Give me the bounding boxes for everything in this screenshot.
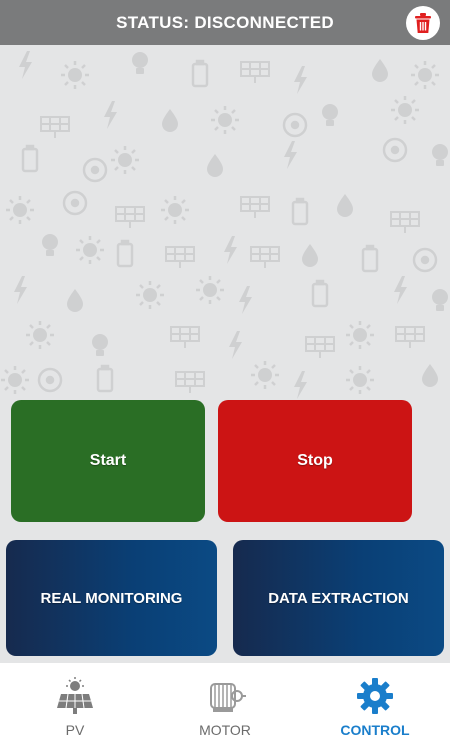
connection-status: STATUS: DISCONNECTED <box>116 12 334 32</box>
stop-button[interactable]: Stop <box>218 400 412 522</box>
gear-icon <box>353 674 397 718</box>
nav-label-motor: MOTOR <box>199 722 251 738</box>
nav-label-control: CONTROL <box>340 722 410 738</box>
real-monitoring-button[interactable]: REAL MONITORING <box>6 540 217 656</box>
nav-label-pv: PV <box>65 722 85 738</box>
app-screen: STATUS: DISCONNECTED Start Stop REAL MON… <box>0 0 450 744</box>
data-extraction-button[interactable]: DATA EXTRACTION <box>233 540 444 656</box>
nav-item-pv[interactable]: PV <box>0 663 150 744</box>
trash-icon <box>415 13 431 33</box>
bottom-navigation: PV MOTOR CONTROL <box>0 663 450 744</box>
status-header: STATUS: DISCONNECTED <box>0 0 450 45</box>
delete-button[interactable] <box>406 6 440 40</box>
solar-panel-icon <box>53 674 97 718</box>
nav-item-control[interactable]: CONTROL <box>300 663 450 744</box>
start-button[interactable]: Start <box>11 400 205 522</box>
motor-icon <box>203 674 247 718</box>
nav-item-motor[interactable]: MOTOR <box>150 663 300 744</box>
